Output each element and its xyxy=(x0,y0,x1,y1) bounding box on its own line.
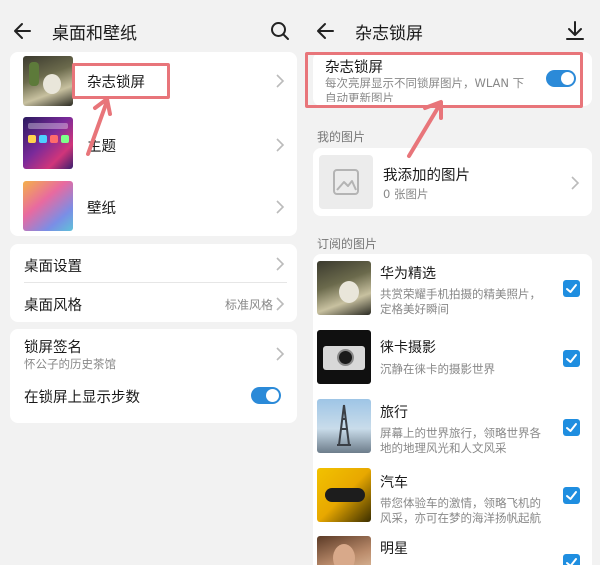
list-item-travel[interactable]: 旅行 屏幕上的世界旅行，领略世界各 地的地理风光和人文风采 xyxy=(313,394,592,462)
chevron-right-icon xyxy=(571,176,580,190)
item-desc-line1: 带您体验车的激情，领略飞机的 xyxy=(380,496,541,510)
my-pictures-section-label: 我的图片 xyxy=(317,130,366,144)
checkbox-checked-icon[interactable] xyxy=(563,350,580,367)
leica-thumbnail xyxy=(317,330,371,384)
show-steps-toggle[interactable] xyxy=(251,387,281,404)
item-title: 明星 xyxy=(380,541,408,557)
chevron-right-icon xyxy=(276,200,285,214)
list-item-cars[interactable]: 汽车 带您体验车的激情，领略飞机的 风采，亦可在梦的海洋扬帆起航 xyxy=(313,464,592,532)
left-header: 桌面和壁纸 xyxy=(0,10,305,52)
list-item-desktop-style[interactable]: 桌面风格 标准风格 xyxy=(10,283,297,321)
item-label: 在锁屏上显示步数 xyxy=(24,390,140,406)
annotation-arrow-icon xyxy=(86,97,112,156)
page-title: 杂志锁屏 xyxy=(355,24,423,44)
subscribed-list-card: 华为精选 共赏荣耀手机拍摄的精美照片， 定格美好瞬间 徕卡摄影 沉静在徕卡的摄影… xyxy=(313,254,592,565)
item-title: 旅行 xyxy=(380,405,408,421)
list-item-wallpaper[interactable]: 壁纸 xyxy=(10,176,297,236)
annotation-arrow-icon xyxy=(407,100,443,158)
item-label: 锁屏签名 xyxy=(24,340,82,356)
download-icon[interactable] xyxy=(562,18,588,44)
annotation-highlight xyxy=(72,63,170,99)
subscribed-section-label: 订阅的图片 xyxy=(317,237,378,251)
wallpaper-thumbnail xyxy=(23,181,73,231)
item-desc-line2: 定格美好瞬间 xyxy=(380,302,449,316)
list-item-leica-photography[interactable]: 徕卡摄影 沉静在徕卡的摄影世界 xyxy=(313,326,592,390)
item-label: 桌面风格 xyxy=(24,298,82,314)
cars-thumbnail xyxy=(317,468,371,522)
search-icon[interactable] xyxy=(267,18,293,44)
my-pictures-card[interactable]: 我添加的图片 0 张图片 xyxy=(313,148,592,216)
huawei-selection-thumbnail xyxy=(317,261,371,315)
checkbox-checked-icon[interactable] xyxy=(563,487,580,504)
image-placeholder-icon xyxy=(319,155,373,209)
travel-thumbnail xyxy=(317,399,371,453)
chevron-right-icon xyxy=(276,347,285,361)
back-arrow-icon[interactable] xyxy=(10,18,36,44)
my-pictures-count: 0 张图片 xyxy=(383,187,429,201)
magazine-thumbnail xyxy=(23,56,73,106)
item-label: 壁纸 xyxy=(87,201,116,217)
list-item-huawei-selection[interactable]: 华为精选 共赏荣耀手机拍摄的精美照片， 定格美好瞬间 xyxy=(313,254,592,322)
signature-value: 怀公子的历史茶馆 xyxy=(24,357,116,371)
my-pictures-title: 我添加的图片 xyxy=(383,168,470,184)
checkbox-checked-icon[interactable] xyxy=(563,554,580,565)
right-header: 杂志锁屏 xyxy=(303,10,600,52)
stars-thumbnail xyxy=(317,536,371,565)
chevron-right-icon xyxy=(276,74,285,88)
item-desc-line2: 地的地理风光和人文风采 xyxy=(380,441,507,455)
item-title: 华为精选 xyxy=(380,266,436,282)
checkbox-checked-icon[interactable] xyxy=(563,280,580,297)
item-title: 徕卡摄影 xyxy=(380,340,436,356)
magazine-lockscreen-screen: 杂志锁屏 杂志锁屏 每次亮屏显示不同锁屏图片，WLAN 下 自动更新图片 我的图… xyxy=(303,0,600,565)
desktop-style-value: 标准风格 xyxy=(224,298,273,312)
desktop-wallpaper-screen: 桌面和壁纸 杂志锁屏 主题 壁纸 桌面设置 桌面风格 标准风格 锁屏签名 怀公子… xyxy=(0,0,305,565)
list-item-stars[interactable]: 明星 xyxy=(313,532,592,565)
chevron-right-icon xyxy=(276,138,285,152)
lockscreen-settings-card: 锁屏签名 怀公子的历史茶馆 在锁屏上显示步数 xyxy=(10,329,297,423)
item-desc-line1: 共赏荣耀手机拍摄的精美照片， xyxy=(380,287,541,301)
theme-thumbnail xyxy=(23,117,73,169)
item-label: 桌面设置 xyxy=(24,259,82,275)
list-item-desktop-settings[interactable]: 桌面设置 xyxy=(10,244,297,282)
list-item-lockscreen-signature[interactable]: 锁屏签名 怀公子的历史茶馆 xyxy=(10,329,297,379)
back-arrow-icon[interactable] xyxy=(313,18,339,44)
chevron-right-icon xyxy=(276,257,285,271)
desktop-settings-card: 桌面设置 桌面风格 标准风格 xyxy=(10,244,297,322)
chevron-right-icon xyxy=(276,297,285,311)
list-item-theme[interactable]: 主题 xyxy=(10,114,297,174)
list-item-show-steps: 在锁屏上显示步数 xyxy=(10,379,297,419)
toggle-knob xyxy=(266,389,279,402)
item-desc-line1: 沉静在徕卡的摄影世界 xyxy=(380,362,495,376)
page-title: 桌面和壁纸 xyxy=(52,24,137,44)
checkbox-checked-icon[interactable] xyxy=(563,419,580,436)
item-desc-line2: 风采，亦可在梦的海洋扬帆起航 xyxy=(380,511,541,525)
item-desc-line1: 屏幕上的世界旅行，领略世界各 xyxy=(380,426,541,440)
item-title: 汽车 xyxy=(380,475,408,491)
